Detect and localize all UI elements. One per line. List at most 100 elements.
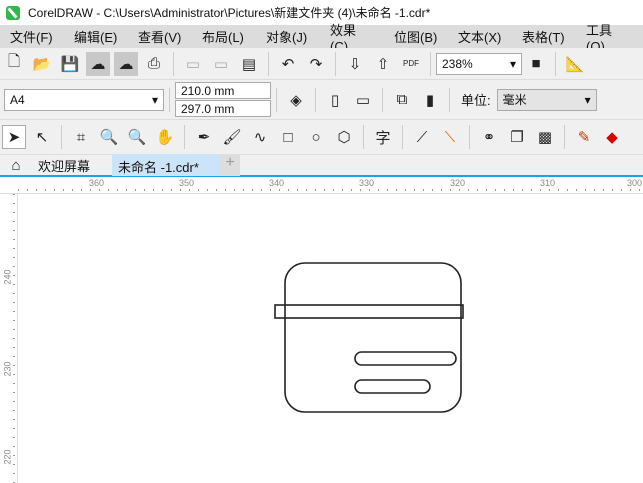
undo-icon[interactable]: ↶ (276, 52, 300, 76)
rectangle-tool-icon[interactable]: □ (276, 125, 300, 149)
units-value: 毫米 (502, 93, 527, 107)
layout-icon[interactable]: ◈ (284, 88, 308, 112)
page-height-input[interactable]: 297.0 mm (175, 100, 271, 117)
landscape-icon[interactable]: ▭ (351, 88, 375, 112)
toolbox: ➤ ↖ ⌗ 🔍 🔍 ✋ ✒ 🖌 ∿ □ ○ ⬡ 字 ⟋ ⟍ ⚭ ❐ ▩ ✎ ◆ (0, 120, 643, 155)
vertical-ruler[interactable]: 240 230 220 (0, 194, 18, 483)
separator (469, 125, 470, 149)
ruler-label: 220 (2, 449, 13, 465)
home-icon[interactable]: ⌂ (4, 153, 28, 177)
separator (382, 87, 383, 112)
polygon-tool-icon[interactable]: ⬡ (332, 125, 356, 149)
separator (402, 125, 403, 149)
paste-icon[interactable]: ▤ (237, 52, 261, 76)
menu-file[interactable]: 文件(F) (0, 27, 64, 46)
import-icon[interactable]: ⇩ (343, 52, 367, 76)
page-size-value: A4 (10, 92, 25, 107)
menu-text[interactable]: 文本(X) (448, 27, 512, 46)
brush-tool-icon[interactable]: 🖌 (220, 125, 244, 149)
short-pill-shape[interactable] (354, 379, 431, 394)
menu-table[interactable]: 表格(T) (512, 27, 576, 46)
separator (430, 51, 431, 76)
page-size-select[interactable]: A4 ▾ (4, 88, 164, 111)
menu-bitmap[interactable]: 位图(B) (384, 27, 448, 46)
dimension-tool-icon[interactable]: ⟋ (410, 125, 434, 149)
open-icon[interactable]: 📂 (30, 52, 54, 76)
ruler-label: 240 (2, 269, 13, 285)
menu-edit[interactable]: 编辑(E) (64, 27, 128, 46)
cloud-download-icon[interactable]: ☁ (86, 51, 110, 76)
new-document-icon[interactable]: 🗋 (2, 52, 26, 76)
units-select[interactable]: 毫米 ▾ (496, 88, 597, 111)
add-tab-button[interactable]: + (220, 154, 240, 176)
long-pill-shape[interactable] (354, 351, 457, 366)
units-label: 单位: (461, 93, 491, 108)
separator (173, 51, 174, 76)
menu-bar: 文件(F) 编辑(E) 查看(V) 布局(L) 对象(J) 效果(C) 位图(B… (0, 23, 643, 54)
pick-tool-icon[interactable]: ➤ (2, 125, 26, 149)
ruler-label: 230 (2, 361, 13, 377)
zoom-select[interactable]: 238% ▾ (436, 52, 522, 75)
export-icon[interactable]: ⇧ (371, 52, 395, 76)
ruler-label: 300 (627, 178, 643, 188)
ruler-label: 350 (179, 178, 195, 188)
horizontal-ruler[interactable]: 360 350 340 330 320 310 300 (0, 177, 643, 194)
ellipse-tool-icon[interactable]: ○ (304, 125, 328, 149)
menu-layout[interactable]: 布局(L) (192, 27, 256, 46)
ruler-label: 330 (359, 178, 375, 188)
separator (268, 51, 269, 76)
shape-tool-icon[interactable]: ↖ (30, 125, 54, 149)
property-bar: A4 ▾ 210.0 mm 297.0 mm ◈ ▯ ▭ ⧉ ▮ 单位: 毫米 ▾ (0, 80, 643, 120)
options-icon[interactable]: 📐 (563, 52, 587, 76)
blend-tool-icon[interactable]: ⚭ (477, 125, 501, 149)
zoom-out-icon[interactable]: 🔍 (125, 125, 149, 149)
redo-icon[interactable]: ↷ (304, 52, 328, 76)
ruler-label: 340 (269, 178, 285, 188)
separator (363, 125, 364, 149)
tab-document[interactable]: 未命名 -1.cdr* (112, 154, 220, 176)
all-pages-icon[interactable]: ⧉ (390, 88, 414, 112)
separator (555, 51, 556, 76)
separator (449, 87, 450, 112)
separator (315, 87, 316, 112)
chevron-down-icon: ▾ (509, 56, 516, 71)
separator (169, 87, 170, 112)
save-icon[interactable]: 💾 (58, 52, 82, 76)
crop-tool-icon[interactable]: ⌗ (69, 125, 93, 149)
pen-tool-icon[interactable]: ✒ (192, 125, 216, 149)
text-tool-icon[interactable]: 字 (371, 125, 395, 149)
separator (335, 51, 336, 76)
separator (61, 125, 62, 149)
current-page-icon[interactable]: ▮ (418, 88, 442, 112)
card-shape[interactable] (284, 262, 462, 413)
zoom-to-page-icon[interactable]: ■ (524, 52, 548, 76)
transparency-tool-icon[interactable]: ▩ (533, 125, 557, 149)
export-pdf-icon[interactable]: PDF (399, 52, 423, 76)
menu-object[interactable]: 对象(J) (256, 27, 320, 46)
tab-welcome-screen[interactable]: 欢迎屏幕 (32, 156, 112, 175)
chevron-down-icon: ▾ (151, 92, 158, 107)
zoom-value: 238% (442, 56, 473, 71)
shadow-tool-icon[interactable]: ❐ (505, 125, 529, 149)
menu-view[interactable]: 查看(V) (128, 27, 192, 46)
pan-tool-icon[interactable]: ✋ (153, 125, 177, 149)
chevron-down-icon: ▾ (584, 92, 591, 107)
separator (184, 125, 185, 149)
print-icon[interactable]: ⎙ (142, 52, 166, 76)
standard-toolbar: 🗋 📂 💾 ☁ ☁ ⎙ ▭ ▭ ▤ ↶ ↷ ⇩ ⇧ PDF 238% ▾ ■ 📐 (0, 48, 643, 80)
separator (276, 87, 277, 112)
eyedropper-tool-icon[interactable]: ✎ (572, 125, 596, 149)
window-title: CorelDRAW - C:\Users\Administrator\Pictu… (28, 6, 431, 20)
page-width-input[interactable]: 210.0 mm (175, 82, 271, 99)
cut-icon[interactable]: ▭ (181, 52, 205, 76)
zoom-tool-icon[interactable]: 🔍 (97, 125, 121, 149)
drawing-canvas[interactable] (19, 194, 643, 483)
cloud-upload-icon[interactable]: ☁ (114, 51, 138, 76)
stripe-shape[interactable] (274, 304, 464, 319)
freehand-tool-icon[interactable]: ∿ (248, 125, 272, 149)
connector-tool-icon[interactable]: ⟍ (438, 125, 462, 149)
copy-icon[interactable]: ▭ (209, 52, 233, 76)
document-tabs: ⌂ 欢迎屏幕 未命名 -1.cdr* + (0, 153, 643, 177)
fill-tool-icon[interactable]: ◆ (600, 125, 624, 149)
portrait-icon[interactable]: ▯ (323, 88, 347, 112)
